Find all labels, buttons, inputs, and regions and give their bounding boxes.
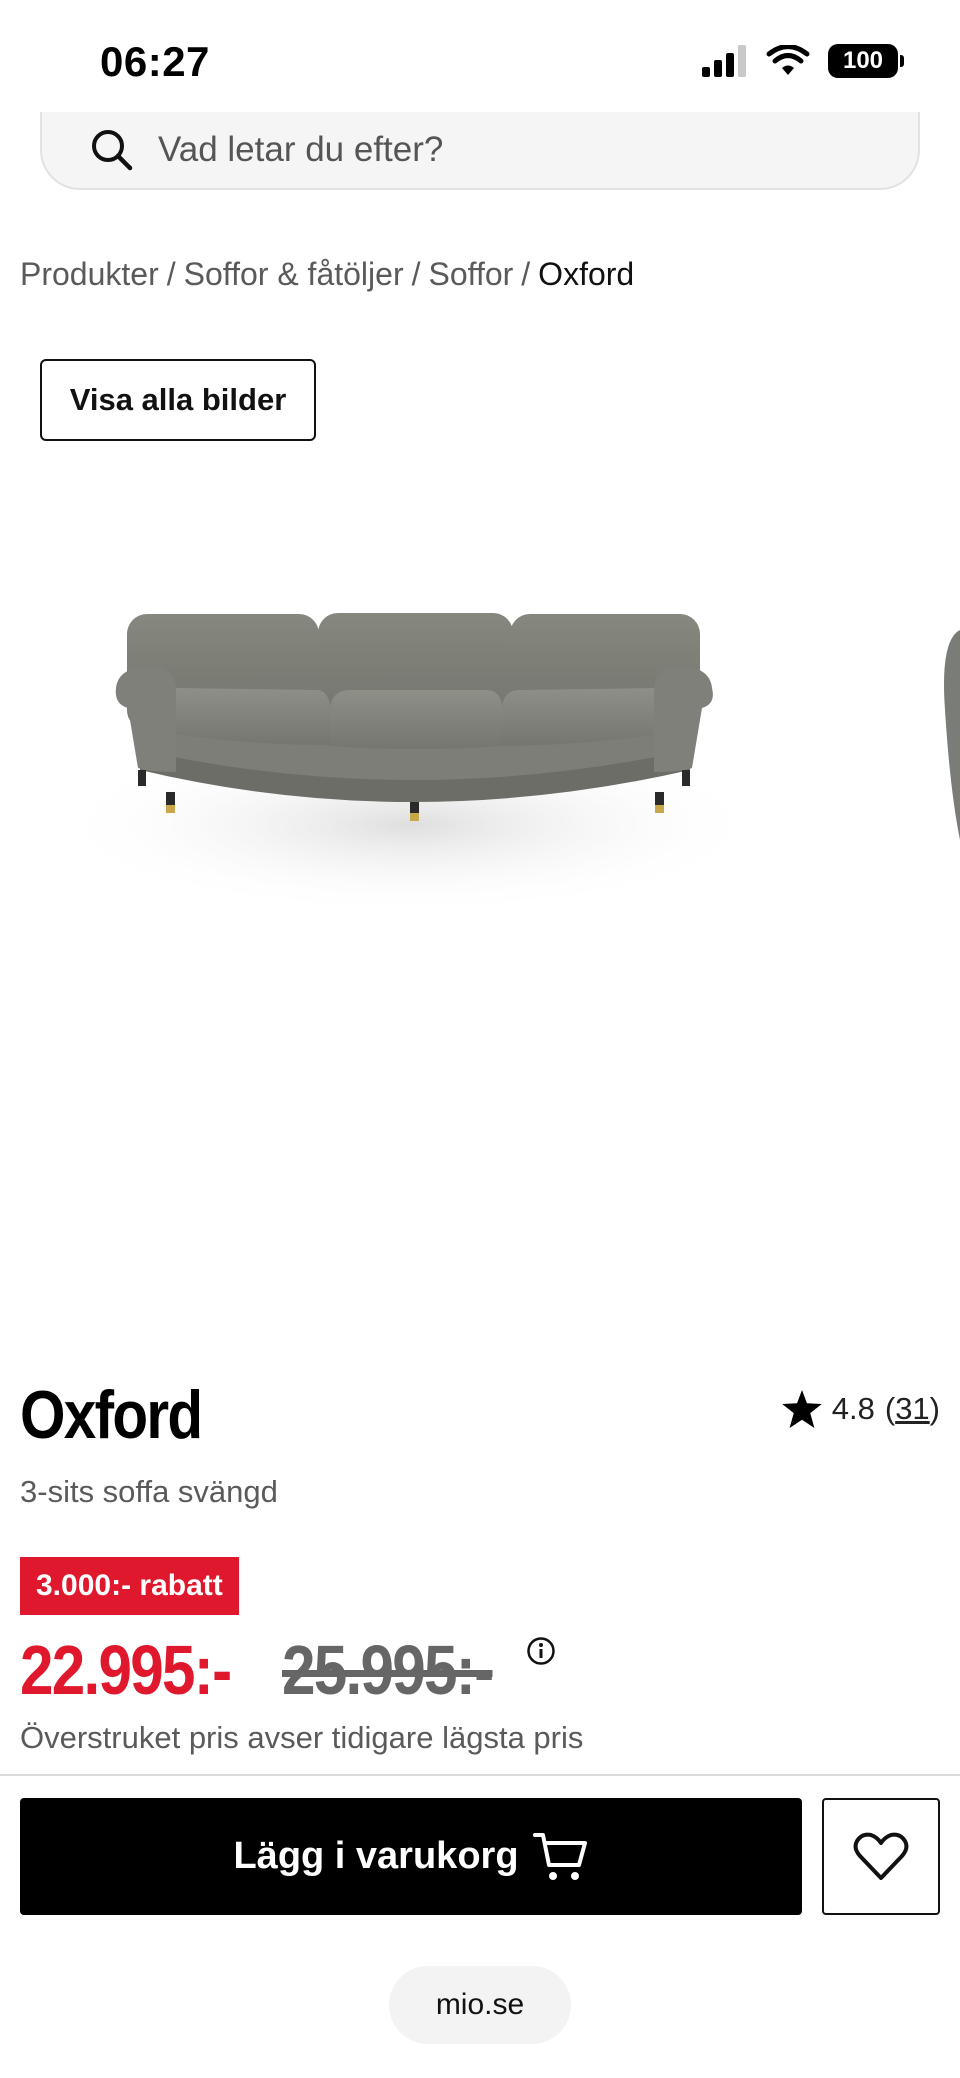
breadcrumb-separator: /	[166, 256, 176, 292]
breadcrumb-separator: /	[411, 256, 421, 292]
price-row: 22.995:- 25.995:-	[20, 1630, 556, 1710]
rating-value: 4.8	[831, 1391, 875, 1426]
price-note: Överstruket pris avser tidigare lägsta p…	[20, 1720, 584, 1755]
search-icon	[92, 130, 133, 171]
product-rating[interactable]: 4.8 (31)	[781, 1390, 940, 1428]
product-subtitle: 3-sits soffa svängd	[20, 1474, 278, 1509]
star-icon	[781, 1390, 822, 1428]
wifi-icon	[766, 45, 810, 75]
add-to-cart-label: Lägg i varukorg	[233, 1835, 519, 1877]
product-title: Oxford	[20, 1377, 203, 1453]
status-bar: 06:27 100	[0, 0, 960, 120]
signal-icon	[702, 45, 746, 77]
breadcrumb-item-soffor[interactable]: Soffor	[428, 256, 513, 293]
browser-url-pill[interactable]: mio.se	[389, 1966, 571, 2044]
breadcrumb-item-produkter[interactable]: Produkter	[20, 256, 159, 293]
heart-icon	[853, 1832, 909, 1880]
divider	[0, 1774, 960, 1776]
info-icon[interactable]	[526, 1636, 556, 1666]
view-all-images-button[interactable]: Visa alla bilder	[40, 359, 316, 441]
wishlist-button[interactable]	[822, 1798, 940, 1915]
cart-icon	[532, 1832, 587, 1880]
breadcrumb-item-soffor-fatoljer[interactable]: Soffor & fåtöljer	[184, 256, 404, 293]
status-icons: 100	[702, 44, 904, 78]
price-current: 22.995:-	[20, 1631, 232, 1709]
search-bar[interactable]	[40, 112, 920, 190]
price-original: 25.995:-	[282, 1631, 494, 1709]
breadcrumb-separator: /	[521, 256, 531, 292]
breadcrumb-item-current: Oxford	[538, 256, 635, 292]
status-time: 06:27	[100, 38, 210, 85]
review-count-link[interactable]: 31	[895, 1391, 929, 1426]
battery-level: 100	[842, 47, 884, 74]
breadcrumb: Produkter / Soffor & fåtöljer / Soffor /…	[20, 256, 634, 293]
discount-badge: 3.000:- rabatt	[20, 1557, 239, 1615]
battery-icon: 100	[828, 44, 904, 78]
add-to-cart-button[interactable]: Lägg i varukorg	[20, 1798, 802, 1915]
rating-count-wrapper[interactable]: (31)	[885, 1391, 940, 1427]
search-input[interactable]	[158, 130, 758, 170]
product-image[interactable]	[0, 540, 960, 1020]
